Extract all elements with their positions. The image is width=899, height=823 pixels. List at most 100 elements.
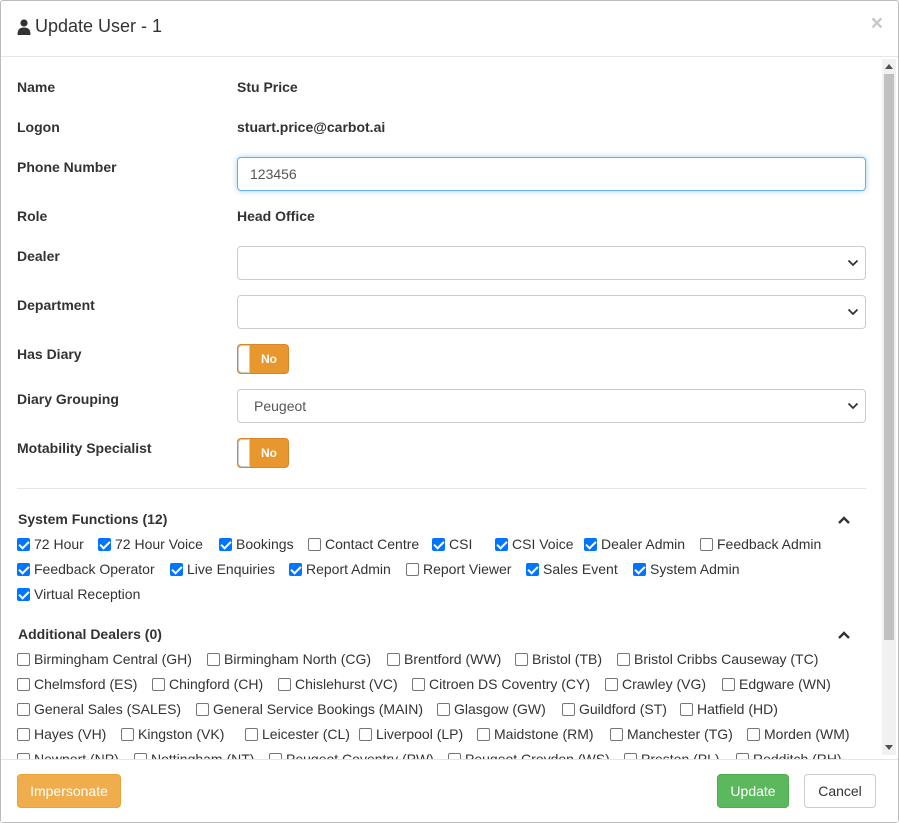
checkbox-option[interactable]: Feedback Admin [700,536,821,552]
checkbox-option[interactable]: Bristol Cribbs Causeway (TC) [617,651,818,667]
department-select[interactable] [237,295,866,329]
phone-number-input[interactable] [237,157,866,191]
checkbox-unchecked[interactable] [722,677,735,691]
checkbox-unchecked[interactable] [152,677,165,691]
dealer-select[interactable] [237,246,866,280]
checkbox-checked[interactable] [526,562,539,576]
checkbox-label: Virtual Reception [34,586,141,602]
checkbox-checked[interactable] [17,587,30,601]
checkbox-checked[interactable] [495,537,508,551]
checkbox-unchecked[interactable] [196,702,209,716]
checkbox-unchecked[interactable] [387,652,400,666]
checkbox-option[interactable]: Sales Event [526,561,618,577]
checkbox-checked[interactable] [584,537,597,551]
checkbox-option[interactable]: Preston (PL) [624,751,720,759]
checkbox-option[interactable]: Feedback Operator [17,561,155,577]
checkbox-checked[interactable] [98,537,111,551]
checkbox-unchecked[interactable] [17,727,30,741]
checkbox-unchecked[interactable] [562,702,575,716]
checkbox-unchecked[interactable] [680,702,693,716]
checkbox-unchecked[interactable] [605,677,618,691]
motability-toggle[interactable]: No [237,438,289,468]
checkbox-option[interactable]: Hayes (VH) [17,726,106,742]
checkbox-option[interactable]: Report Viewer [406,561,511,577]
checkbox-unchecked[interactable] [359,727,372,741]
checkbox-unchecked[interactable] [617,652,630,666]
checkbox-option[interactable]: Bookings [219,536,294,552]
checkbox-option[interactable]: Live Enquiries [170,561,275,577]
modal-scrollbar[interactable] [882,59,896,755]
checkbox-option[interactable]: Morden (WM) [747,726,850,742]
checkbox-option[interactable]: Peugeot Coventry (PW) [269,751,434,759]
checkbox-option[interactable]: Edgware (WN) [722,676,831,692]
checkbox-option[interactable]: Hatfield (HD) [680,701,778,717]
checkbox-label: Bristol Cribbs Causeway (TC) [634,651,819,667]
checkbox-unchecked[interactable] [17,677,30,691]
checkbox-unchecked[interactable] [207,652,220,666]
checkbox-unchecked[interactable] [515,652,528,666]
checkbox-checked[interactable] [17,562,30,576]
scroll-up-arrow-icon[interactable] [885,64,893,69]
checkbox-option[interactable]: 72 Hour Voice [98,536,203,552]
checkbox-option[interactable]: System Admin [633,561,739,577]
impersonate-button[interactable]: Impersonate [17,774,121,808]
checkbox-option[interactable]: Chingford (CH) [152,676,263,692]
checkbox-option[interactable]: Newport (NP) [17,751,119,759]
has-diary-toggle[interactable]: No [237,344,289,374]
checkbox-unchecked[interactable] [121,727,134,741]
checkbox-option[interactable]: Guildford (ST) [562,701,667,717]
checkbox-checked[interactable] [432,537,445,551]
checkbox-option[interactable]: CSI Voice [495,536,573,552]
checkbox-option[interactable]: Contact Centre [308,536,419,552]
checkbox-option[interactable]: Bristol (TB) [515,651,602,667]
checkbox-option[interactable]: Kingston (VK) [121,726,224,742]
checkbox-option[interactable]: Citroen DS Coventry (CY) [412,676,590,692]
scroll-down-arrow-icon[interactable] [885,745,893,750]
checkbox-option[interactable]: Dealer Admin [584,536,685,552]
chevron-up-icon[interactable] [837,515,851,525]
scrollbar-thumb[interactable] [884,74,894,640]
checkbox-option[interactable]: General Service Bookings (MAIN) [196,701,423,717]
checkbox-option[interactable]: Birmingham Central (GH) [17,651,192,667]
checkbox-option[interactable]: CSI [432,536,472,552]
checkbox-option[interactable]: Virtual Reception [17,586,140,602]
checkbox-unchecked[interactable] [437,702,450,716]
checkbox-unchecked[interactable] [406,562,419,576]
checkbox-option[interactable]: 72 Hour [17,536,84,552]
checkbox-unchecked[interactable] [308,537,321,551]
checkbox-option[interactable]: Chislehurst (VC) [278,676,398,692]
checkbox-unchecked[interactable] [245,727,258,741]
checkbox-option[interactable]: Redditch (RH) [736,751,842,759]
checkbox-unchecked[interactable] [700,537,713,551]
checkbox-option[interactable]: Nottingham (NT) [134,751,254,759]
checkbox-checked[interactable] [289,562,302,576]
checkbox-option[interactable]: Liverpool (LP) [359,726,463,742]
checkbox-option[interactable]: Glasgow (GW) [437,701,546,717]
checkbox-unchecked[interactable] [747,727,760,741]
checkbox-unchecked[interactable] [610,727,623,741]
chevron-up-icon[interactable] [837,630,851,640]
checkbox-unchecked[interactable] [477,727,490,741]
close-button[interactable]: × [871,13,883,34]
checkbox-checked[interactable] [633,562,646,576]
checkbox-unchecked[interactable] [278,677,291,691]
checkbox-unchecked[interactable] [17,702,30,716]
diary-grouping-select[interactable]: Peugeot [237,389,866,423]
checkbox-option[interactable]: Birmingham North (CG) [207,651,371,667]
checkbox-checked[interactable] [219,537,232,551]
checkbox-option[interactable]: Report Admin [289,561,391,577]
checkbox-unchecked[interactable] [412,677,425,691]
checkbox-unchecked[interactable] [17,652,30,666]
update-button[interactable]: Update [717,774,789,808]
checkbox-option[interactable]: Crawley (VG) [605,676,706,692]
checkbox-checked[interactable] [17,537,30,551]
checkbox-option[interactable]: Leicester (CL) [245,726,350,742]
cancel-button[interactable]: Cancel [804,774,876,808]
checkbox-option[interactable]: Peugeot Croydon (WS) [448,751,610,759]
checkbox-option[interactable]: Chelmsford (ES) [17,676,137,692]
checkbox-option[interactable]: General Sales (SALES) [17,701,181,717]
checkbox-option[interactable]: Brentford (WW) [387,651,501,667]
checkbox-option[interactable]: Manchester (TG) [610,726,733,742]
checkbox-checked[interactable] [170,562,183,576]
checkbox-option[interactable]: Maidstone (RM) [477,726,594,742]
